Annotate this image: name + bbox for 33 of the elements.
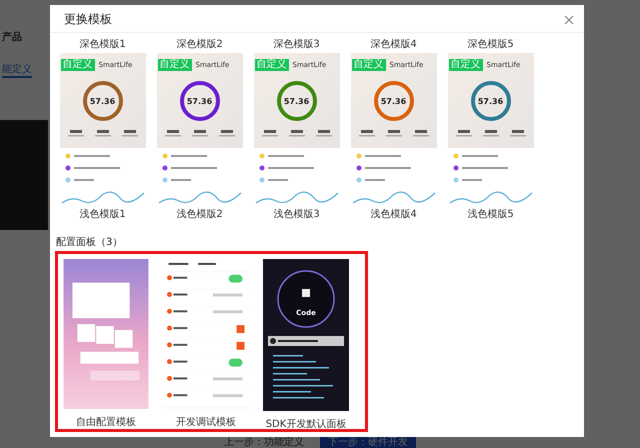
stats-drawing — [456, 129, 526, 137]
template-label: 深色模版1 — [79, 38, 126, 51]
custom-badge: 自定义 — [254, 59, 288, 71]
reading: 57.36 — [90, 96, 116, 106]
reading: 57.36 — [186, 96, 212, 106]
template-label: 深色模版5 — [467, 38, 514, 51]
template-label: 深色模版2 — [176, 38, 223, 51]
reading: 57.36 — [478, 96, 504, 106]
nav-label: 产品 — [2, 30, 22, 44]
template-label: 深色模版3 — [273, 38, 320, 51]
custom-badge: 自定义 — [352, 59, 386, 71]
template-label: 浅色模版1 — [79, 208, 126, 221]
stats-drawing — [262, 129, 332, 137]
reading: 57.36 — [284, 96, 310, 106]
template-label: 开发调试模板 — [176, 416, 236, 429]
custom-badge: 自定义 — [448, 59, 482, 71]
template-label: 浅色模版5 — [467, 208, 514, 221]
template-label: 浅色模版3 — [273, 208, 320, 221]
template-label: 浅色模版4 — [370, 208, 417, 221]
template-label: 自由配置模板 — [76, 416, 136, 429]
custom-badge: 自定义 — [158, 59, 192, 71]
stats-drawing — [68, 129, 138, 137]
stats-drawing — [358, 129, 428, 137]
config-template-preview[interactable] — [263, 259, 349, 411]
template-label: SDK开发默认面板 — [266, 418, 346, 431]
stats-drawing — [164, 129, 234, 137]
dialog-title: 更换模板 — [64, 11, 112, 28]
custom-badge: 自定义 — [60, 59, 94, 71]
close-icon[interactable] — [564, 14, 574, 24]
template-label: 深色模版4 — [370, 38, 417, 51]
section-title: 配置面板（3） — [56, 236, 124, 249]
template-label: 浅色模版2 — [176, 208, 223, 221]
reading: 57.36 — [380, 96, 406, 106]
